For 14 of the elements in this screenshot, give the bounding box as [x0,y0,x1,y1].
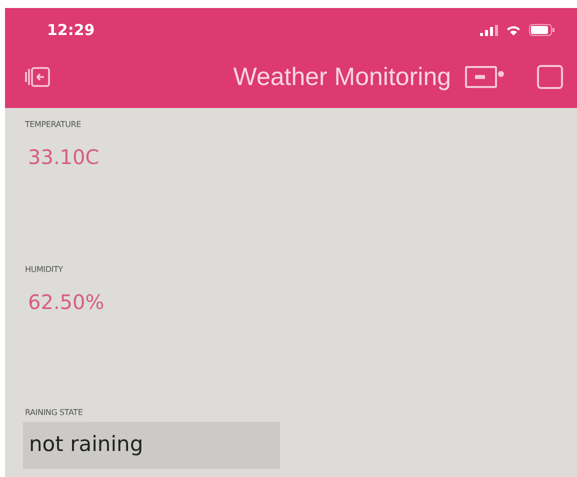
wifi-icon [506,24,521,36]
battery-icon [529,24,555,36]
widget-label: HUMIDITY [25,265,63,274]
widget-label: TEMPERATURE [25,120,81,129]
signal-icon [480,24,498,36]
state-display: not raining [23,422,280,469]
status-time: 12:29 [47,21,95,39]
value-reading: 62.50% [28,290,104,314]
exit-icon[interactable] [25,66,51,88]
value-reading: 33.10C [28,145,100,169]
device-icon[interactable] [465,65,505,89]
app-title: Weather Monitoring [233,62,451,92]
widget-label: RAINING STATE [25,408,83,417]
square-icon[interactable] [537,65,563,89]
